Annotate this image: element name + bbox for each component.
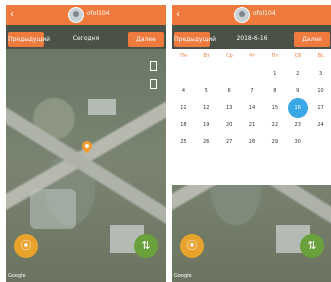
calendar-day[interactable]: 2 [286,70,309,78]
calendar-empty-cell [218,70,241,78]
back-icon[interactable]: ‹ [10,9,14,21]
map-building [88,99,116,115]
calendar-day[interactable]: 27 [218,138,241,146]
swap-button[interactable]: ⇅ [300,234,324,258]
calendar-day[interactable]: 10 [309,87,331,95]
swap-button[interactable]: ⇅ [134,234,158,258]
calendar-day[interactable]: 14 [241,104,264,112]
calendar-day[interactable]: 3 [309,70,331,78]
map-view[interactable]: ⦿ ⇅ Google [6,49,166,282]
calendar-day[interactable]: 23 [286,121,309,129]
calendar-day[interactable]: 5 [195,87,218,95]
calendar-day[interactable]: 26 [195,138,218,146]
swap-icon: ⇅ [141,239,151,252]
previous-day-button[interactable]: Предыдущий [8,32,50,47]
calendar-day[interactable]: 11 [172,104,195,112]
weekday-label: Чт [249,53,256,59]
swap-icon: ⇅ [307,239,317,252]
selected-day-label: 16 [294,105,301,111]
calendar-day[interactable]: 12 [195,104,218,112]
map-building [30,189,76,229]
calendar-day[interactable]: 28 [241,138,264,146]
calendar-day[interactable]: 22 [263,121,286,129]
weekday-label: Вс [317,53,324,59]
avatar[interactable] [234,7,250,23]
map-pin-icon: ⦿ [20,239,32,252]
calendar-day[interactable]: 30 [286,138,309,146]
calendar-empty-cell [172,70,195,78]
next-day-button[interactable]: Далее [294,32,330,47]
map-control-icon[interactable] [150,79,157,89]
calendar-day[interactable]: 21 [241,121,264,129]
location-pin-icon[interactable] [79,138,95,154]
map-attribution: Google [8,273,26,279]
calendar-day[interactable]: 18 [172,121,195,129]
calendar-screen: ‹ ofol104 Предыдущий 2018-6-16 Далее ⦿ ⇅… [172,5,331,282]
calendar-empty-cell [241,70,264,78]
weekday-label: Пн [180,53,188,59]
calendar-day[interactable]: 15 [263,104,286,112]
next-day-button[interactable]: Далее [128,32,164,47]
username: ofol104 [87,10,110,17]
calendar-empty-cell [195,70,218,78]
calendar-day[interactable]: 17 [309,104,331,112]
top-bar: ‹ ofol104 [6,5,166,25]
weekday-label: Вт [203,53,210,59]
location-button[interactable]: ⦿ [180,234,204,258]
calendar-day[interactable]: 9 [286,87,309,95]
calendar-day[interactable]: 29 [263,138,286,146]
map-screen: ‹ ofol104 Предыдущий Сегодня Далее ⦿ ⇅ G… [6,5,166,282]
calendar-day[interactable]: 4 [172,87,195,95]
calendar-day[interactable]: 6 [218,87,241,95]
weekday-label: Сб [294,53,302,59]
calendar-day[interactable]: 1 [263,70,286,78]
calendar-day[interactable]: 25 [172,138,195,146]
calendar-day[interactable]: 20 [218,121,241,129]
calendar-day[interactable]: 7 [241,87,264,95]
calendar-day[interactable]: 19 [195,121,218,129]
weekday-label: Ср [226,53,233,59]
back-icon[interactable]: ‹ [176,9,180,21]
previous-day-button[interactable]: Предыдущий [174,32,216,47]
weekday-header: Пн Вт Ср Чт Пт Сб Вс [172,49,331,59]
calendar-popup: Пн Вт Ср Чт Пт Сб Вс 1 2 3 4 5 6 7 8 9 10 11 12 13 14 15 16 17… [172,49,331,185]
date-label[interactable]: Сегодня [58,35,114,42]
map-pin-icon: ⦿ [186,239,198,252]
top-bar: ‹ ofol104 [172,5,331,25]
calendar-day[interactable]: 8 [263,87,286,95]
calendar-day[interactable]: 13 [218,104,241,112]
calendar-day[interactable]: 16 [286,98,309,118]
calendar-grid: 1 2 3 4 5 6 7 8 9 10 11 12 13 14 15 16 17 18 19 20 21 22 23 24 2… [172,59,331,146]
map-control-icon[interactable] [150,61,157,71]
avatar[interactable] [68,7,84,23]
date-label[interactable]: 2018-6-16 [224,35,280,42]
location-button[interactable]: ⦿ [14,234,38,258]
username: ofol104 [253,10,276,17]
map-attribution: Google [174,273,192,279]
weekday-label: Пт [271,53,279,59]
calendar-day[interactable]: 24 [309,121,331,129]
